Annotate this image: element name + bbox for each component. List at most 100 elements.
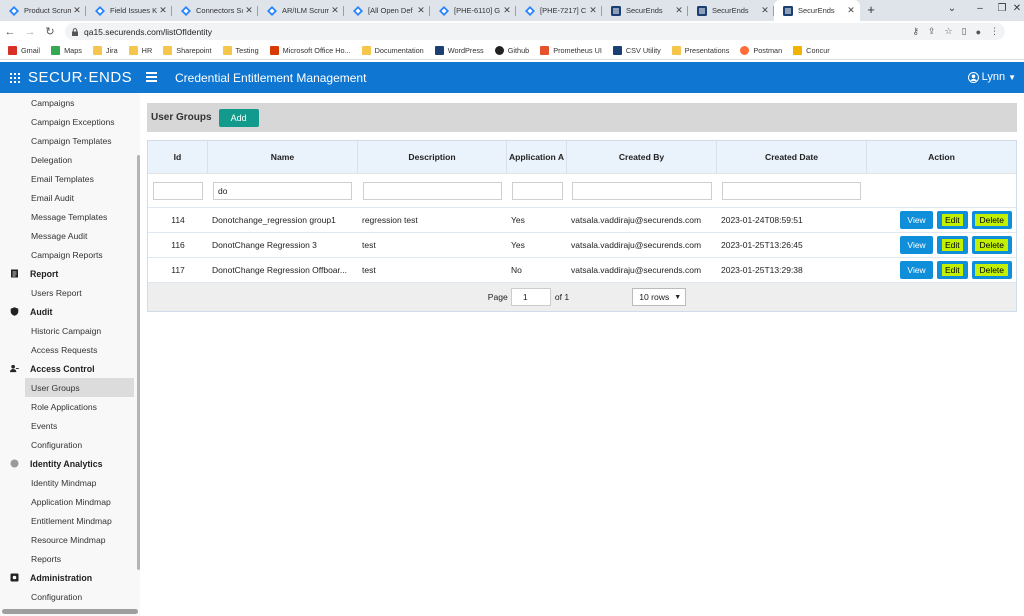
filter-created-by-input[interactable]: [572, 181, 712, 200]
browser-tab[interactable]: SecurEnds ✕: [602, 0, 688, 21]
star-icon[interactable]: ☆: [945, 26, 953, 37]
edit-button[interactable]: Edit: [937, 236, 968, 254]
sidebar-item[interactable]: Campaign Exceptions: [0, 112, 140, 131]
sidebar-item[interactable]: Access Requests: [0, 340, 140, 359]
bookmark[interactable]: WordPress: [434, 46, 484, 55]
reload-icon[interactable]: ↻: [40, 25, 60, 38]
bookmark[interactable]: Microsoft Office Ho...: [269, 46, 351, 55]
sidebar-item[interactable]: Application Mindmap: [0, 492, 140, 511]
share-icon[interactable]: ⇪: [928, 26, 936, 37]
chevron-down-icon[interactable]: ⌄: [938, 0, 966, 18]
hamburger-icon[interactable]: [146, 72, 157, 84]
bookmark[interactable]: CSV Utility: [612, 46, 661, 55]
bookmark[interactable]: Postman: [740, 46, 782, 55]
sidebar-section-audit[interactable]: Audit: [0, 302, 140, 321]
side-panel-icon[interactable]: ▯: [962, 26, 967, 37]
new-tab-icon[interactable]: +: [860, 0, 882, 21]
sidebar-scrollbar[interactable]: [137, 155, 140, 570]
view-button[interactable]: View: [900, 211, 934, 229]
forward-icon[interactable]: →: [20, 26, 40, 38]
bookmark[interactable]: Presentations: [671, 46, 729, 55]
view-button[interactable]: View: [900, 261, 934, 279]
profile-icon[interactable]: ●: [976, 27, 981, 37]
bookmark[interactable]: Concur: [793, 46, 830, 55]
filter-created-date-input[interactable]: [722, 181, 861, 200]
sidebar-item[interactable]: Campaign Templates: [0, 131, 140, 150]
user-menu[interactable]: Lynn ▼: [967, 71, 1016, 83]
menu-dots-icon[interactable]: ⋮: [990, 26, 999, 37]
column-header[interactable]: Created Date: [717, 141, 867, 173]
logo[interactable]: SECUR·ENDS: [28, 69, 132, 86]
close-tab-icon[interactable]: ✕: [329, 5, 341, 16]
browser-tab[interactable]: Connectors Sc ✕: [172, 0, 258, 21]
browser-tab[interactable]: [PHE-6110] G ✕: [430, 0, 516, 21]
key-icon[interactable]: ⚷: [912, 26, 919, 37]
column-header[interactable]: Description: [358, 141, 507, 173]
browser-tab[interactable]: SecurEnds ✕: [774, 0, 860, 21]
filter-name-input[interactable]: [213, 181, 352, 200]
sidebar-item[interactable]: Delegation: [0, 150, 140, 169]
sidebar-item[interactable]: Campaign Reports: [0, 245, 140, 264]
bookmark[interactable]: Maps: [51, 46, 82, 55]
page-input[interactable]: 1: [510, 288, 551, 306]
sidebar-item[interactable]: Configuration: [0, 435, 140, 454]
filter-description-input[interactable]: [363, 181, 502, 200]
delete-button[interactable]: Delete: [971, 261, 1012, 279]
bookmark[interactable]: Github: [494, 46, 529, 55]
delete-button[interactable]: Delete: [971, 236, 1012, 254]
browser-tab[interactable]: Product Scrum ✕: [0, 0, 86, 21]
sidebar-section-report[interactable]: Report: [0, 264, 140, 283]
column-header[interactable]: Action: [867, 141, 1016, 173]
back-icon[interactable]: ←: [0, 26, 20, 38]
sidebar-item[interactable]: User Groups: [25, 378, 134, 397]
sidebar-item[interactable]: Campaigns: [0, 93, 140, 112]
edit-button[interactable]: Edit: [937, 261, 968, 279]
sidebar-horizontal-scrollbar[interactable]: [2, 609, 138, 614]
column-header[interactable]: Created By: [567, 141, 717, 173]
bookmark[interactable]: Prometheus UI: [540, 46, 602, 55]
sidebar-section-identity-analytics[interactable]: Identity Analytics: [0, 454, 140, 473]
filter-id-input[interactable]: [153, 181, 203, 200]
close-tab-icon[interactable]: ✕: [759, 5, 771, 16]
column-header[interactable]: Application A: [507, 141, 567, 173]
browser-tab[interactable]: Field Issues Ka ✕: [86, 0, 172, 21]
bookmark[interactable]: Sharepoint: [163, 46, 212, 55]
sidebar-item[interactable]: Configuration: [0, 587, 140, 606]
sidebar-item[interactable]: Entitlement Mindmap: [0, 511, 140, 530]
sidebar-item[interactable]: Resource Mindmap: [0, 530, 140, 549]
sidebar-item[interactable]: Email Audit: [0, 188, 140, 207]
browser-tab[interactable]: [All Open Def ✕: [344, 0, 430, 21]
apps-grid-icon[interactable]: [10, 72, 20, 83]
url-bar[interactable]: qa15.securends.com/listOfIdentity ⚷ ⇪ ☆ …: [65, 23, 1005, 40]
sidebar-section-administration[interactable]: Administration: [0, 568, 140, 587]
browser-tab[interactable]: SecurEnds ✕: [688, 0, 774, 21]
bookmark[interactable]: Documentation: [361, 46, 424, 55]
sidebar-item[interactable]: Users Report: [0, 283, 140, 302]
sidebar-item[interactable]: Events: [0, 416, 140, 435]
close-tab-icon[interactable]: ✕: [845, 5, 857, 16]
restore-icon[interactable]: ❐: [994, 0, 1010, 18]
sidebar-section-access-control[interactable]: Access Control: [0, 359, 140, 378]
close-tab-icon[interactable]: ✕: [71, 5, 83, 16]
browser-tab[interactable]: AR/ILM Scrum ✕: [258, 0, 344, 21]
close-tab-icon[interactable]: ✕: [501, 5, 513, 16]
sidebar-item[interactable]: Role Applications: [0, 397, 140, 416]
bookmark[interactable]: Testing: [222, 46, 259, 55]
delete-button[interactable]: Delete: [971, 211, 1012, 229]
browser-tab[interactable]: [PHE-7217] C ✕: [516, 0, 602, 21]
add-button[interactable]: Add: [218, 108, 259, 127]
close-tab-icon[interactable]: ✕: [673, 5, 685, 16]
sidebar-item[interactable]: Email Templates: [0, 169, 140, 188]
sidebar-item[interactable]: Identity Mindmap: [0, 473, 140, 492]
view-button[interactable]: View: [900, 236, 934, 254]
bookmark[interactable]: Jira: [92, 46, 118, 55]
sidebar-item[interactable]: Message Audit: [0, 226, 140, 245]
close-icon[interactable]: ✕: [1010, 0, 1024, 18]
sidebar-item[interactable]: Reports: [0, 549, 140, 568]
minimize-icon[interactable]: –: [966, 0, 994, 18]
column-header[interactable]: Id: [148, 141, 208, 173]
close-tab-icon[interactable]: ✕: [587, 5, 599, 16]
filter-application-input[interactable]: [512, 181, 563, 200]
edit-button[interactable]: Edit: [937, 211, 968, 229]
close-tab-icon[interactable]: ✕: [243, 5, 255, 16]
